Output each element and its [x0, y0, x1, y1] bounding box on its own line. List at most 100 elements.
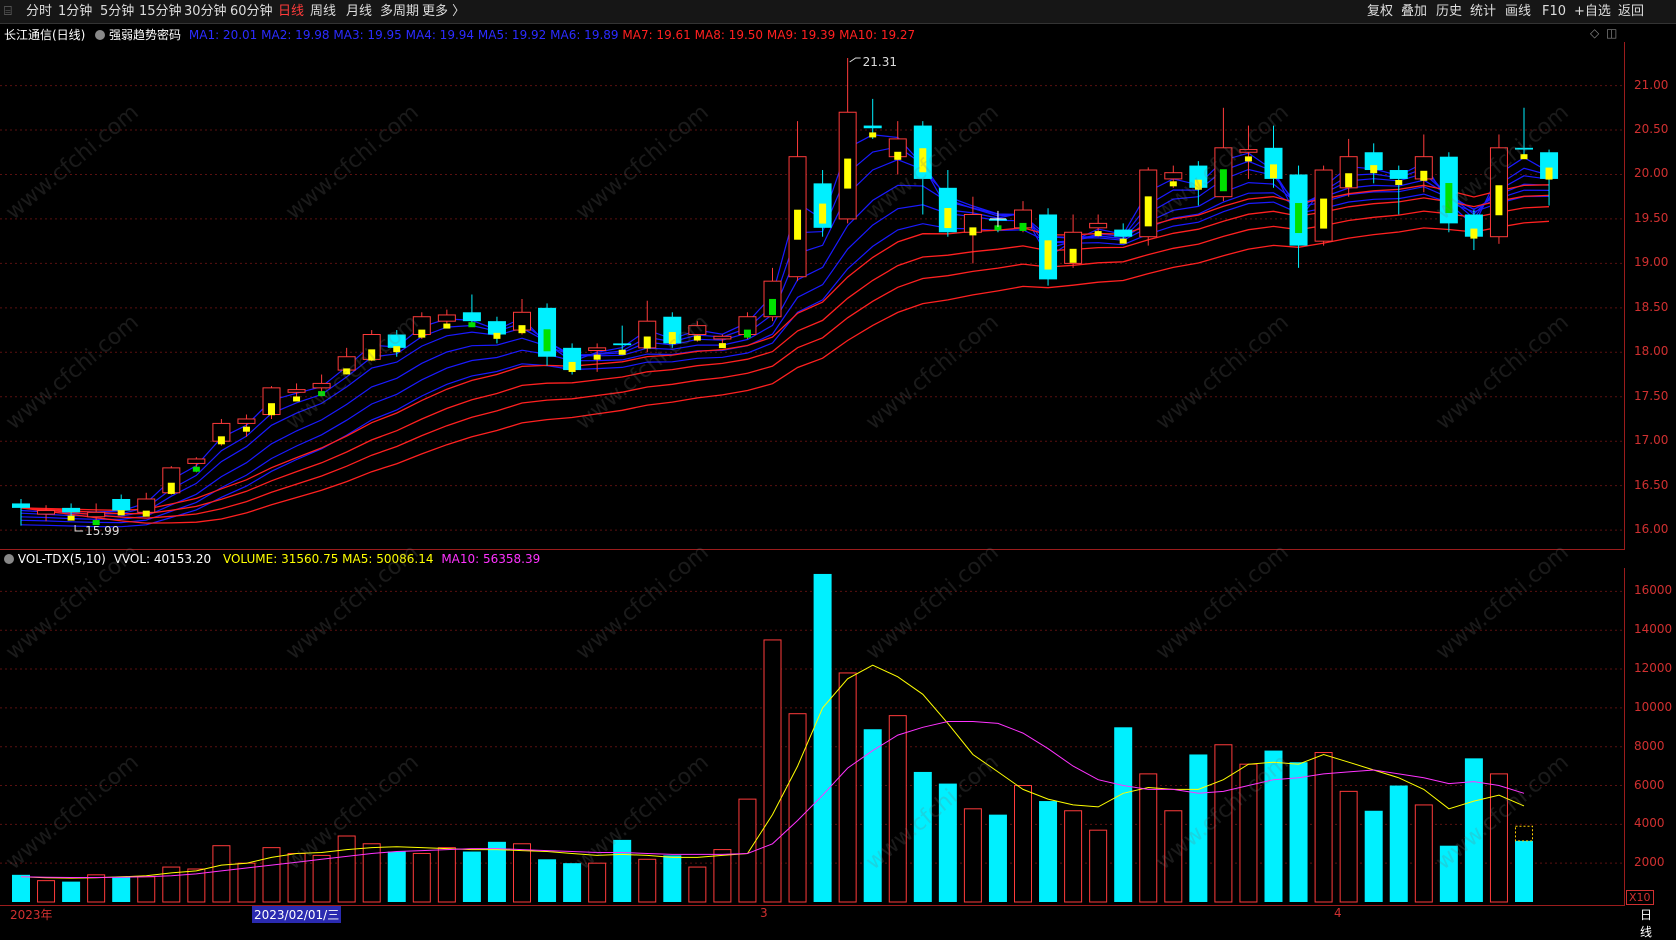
vol-ma5-value: MA5: 50086.14	[342, 552, 434, 566]
back-button[interactable]: 返回	[1618, 0, 1644, 24]
window-toggle-icon[interactable]: ◫	[1606, 26, 1617, 40]
ma5-value: MA5: 19.92	[477, 28, 547, 42]
tab-period-3[interactable]: 5分钟	[100, 0, 134, 24]
volume-bar-up	[362, 843, 381, 903]
price-tick-label: 21.00	[1634, 77, 1669, 92]
volume-bar-down	[563, 863, 582, 902]
trend-marker	[1194, 179, 1202, 190]
trend-marker	[1169, 181, 1177, 187]
volume-bar-up	[137, 876, 156, 903]
tab-period-6[interactable]: 60分钟	[230, 0, 273, 24]
indicator-toggle-icon[interactable]	[95, 30, 106, 40]
statistics-button[interactable]: 统计	[1470, 0, 1496, 24]
volume-bar-up	[287, 852, 306, 903]
ma1-value: MA1: 20.01	[188, 28, 258, 42]
ma9-value: MA9: 19.39	[766, 28, 836, 42]
candle	[588, 343, 607, 372]
volume-bar-up	[1089, 829, 1108, 903]
candle	[262, 386, 281, 419]
ma4-value: MA4: 19.94	[405, 28, 475, 42]
candle	[888, 121, 907, 175]
candle	[1014, 201, 1032, 233]
f10-button[interactable]: F10	[1542, 0, 1566, 24]
tab-more[interactable]: 更多 〉	[422, 0, 465, 24]
volume-bar-up	[738, 798, 757, 903]
candle	[788, 121, 807, 282]
candle	[1339, 138, 1358, 197]
volume-bar-up	[838, 672, 857, 903]
candle-body-down	[12, 503, 30, 508]
menu-icon[interactable]: ⌸	[4, 0, 12, 24]
trend-marker	[568, 361, 576, 372]
candle-body-up	[287, 389, 306, 393]
volume-bar-up	[1214, 744, 1233, 903]
volume-info-line: VOL-TDX(5,10) VVOL: 40153.20 VOLUME: 315…	[4, 552, 540, 566]
history-button[interactable]: 历史	[1436, 0, 1462, 24]
volume-bar-up	[1414, 804, 1433, 903]
price-tick-label: 16.00	[1634, 522, 1669, 537]
draw-line-button[interactable]: 画线	[1505, 0, 1531, 24]
candle	[162, 466, 181, 495]
diamond-icon[interactable]: ◇	[1590, 26, 1599, 40]
candle	[1439, 152, 1458, 233]
volume-tick-label: 2000	[1634, 855, 1665, 870]
volume-bar-up	[212, 845, 231, 903]
candlestick-pane[interactable]: 21.31 15.99	[0, 42, 1625, 549]
candle-body-up	[337, 356, 356, 371]
low-price-label: 15.99	[85, 524, 119, 538]
candle	[37, 505, 56, 522]
overlay-button[interactable]: 叠加	[1401, 0, 1427, 24]
volume-bar-down	[1289, 762, 1308, 902]
tab-period-daily[interactable]: 日线	[278, 0, 304, 24]
volume-toggle-icon[interactable]	[4, 554, 14, 564]
main-info-line: 长江通信(日线) 强弱趋势密码 MA1: 20.01 MA2: 19.98 MA…	[4, 26, 915, 43]
candle	[813, 170, 832, 237]
candle-body-down	[462, 312, 481, 322]
pane-divider	[0, 549, 1625, 550]
volume-bar-up	[513, 843, 531, 903]
trend-marker	[1044, 240, 1052, 270]
tab-period-1[interactable]: 分时	[26, 0, 52, 24]
volume-bar-up	[688, 866, 707, 903]
volume-bar-down	[1264, 750, 1283, 902]
volume-bar-up	[1489, 773, 1508, 903]
volume-bar-up	[262, 847, 281, 903]
trend-marker	[769, 298, 776, 315]
indicator-name[interactable]: 强弱趋势密码	[109, 28, 181, 42]
candle-body-up	[688, 325, 707, 336]
volume-bar-up	[713, 849, 732, 903]
add-watchlist-button[interactable]: +自选	[1574, 0, 1611, 24]
price-tick-label: 20.00	[1634, 166, 1669, 181]
candle-body-up	[87, 511, 106, 518]
tab-period-5[interactable]: 30分钟	[184, 0, 227, 24]
candle	[1289, 165, 1308, 268]
tab-period-monthly[interactable]: 月线	[346, 0, 372, 24]
volume-bar-down	[1364, 810, 1383, 902]
volume-bar-down	[938, 783, 957, 902]
tab-period-weekly[interactable]: 周线	[310, 0, 336, 24]
volume-bar-down	[1515, 840, 1533, 902]
volume-bar-down	[462, 851, 481, 902]
volume-tick-label: 8000	[1634, 738, 1665, 753]
high-price-label: 21.31	[863, 55, 897, 69]
trend-marker	[1019, 222, 1027, 231]
tab-period-2[interactable]: 1分钟	[58, 0, 92, 24]
candle-body-up	[187, 458, 206, 464]
candle	[1139, 167, 1158, 246]
price-tick-label: 17.50	[1634, 388, 1669, 403]
volume-bar-up	[763, 639, 782, 903]
trend-marker	[1295, 203, 1303, 234]
period-label: 日线	[1640, 908, 1653, 939]
fuquan-button[interactable]: 复权	[1367, 0, 1393, 24]
tab-period-4[interactable]: 15分钟	[139, 0, 182, 24]
candle	[1464, 210, 1483, 251]
volume-bar-down	[613, 839, 632, 902]
trend-marker	[217, 436, 225, 445]
trend-marker	[819, 203, 827, 224]
tab-multi-period[interactable]: 多周期	[380, 0, 419, 24]
volume-pane[interactable]	[0, 568, 1625, 905]
volume-bar-up	[437, 847, 456, 903]
trend-marker	[1069, 248, 1077, 263]
volume-bar-down	[12, 874, 30, 902]
volume-indicator-name[interactable]: VOL-TDX(5,10)	[18, 552, 106, 566]
